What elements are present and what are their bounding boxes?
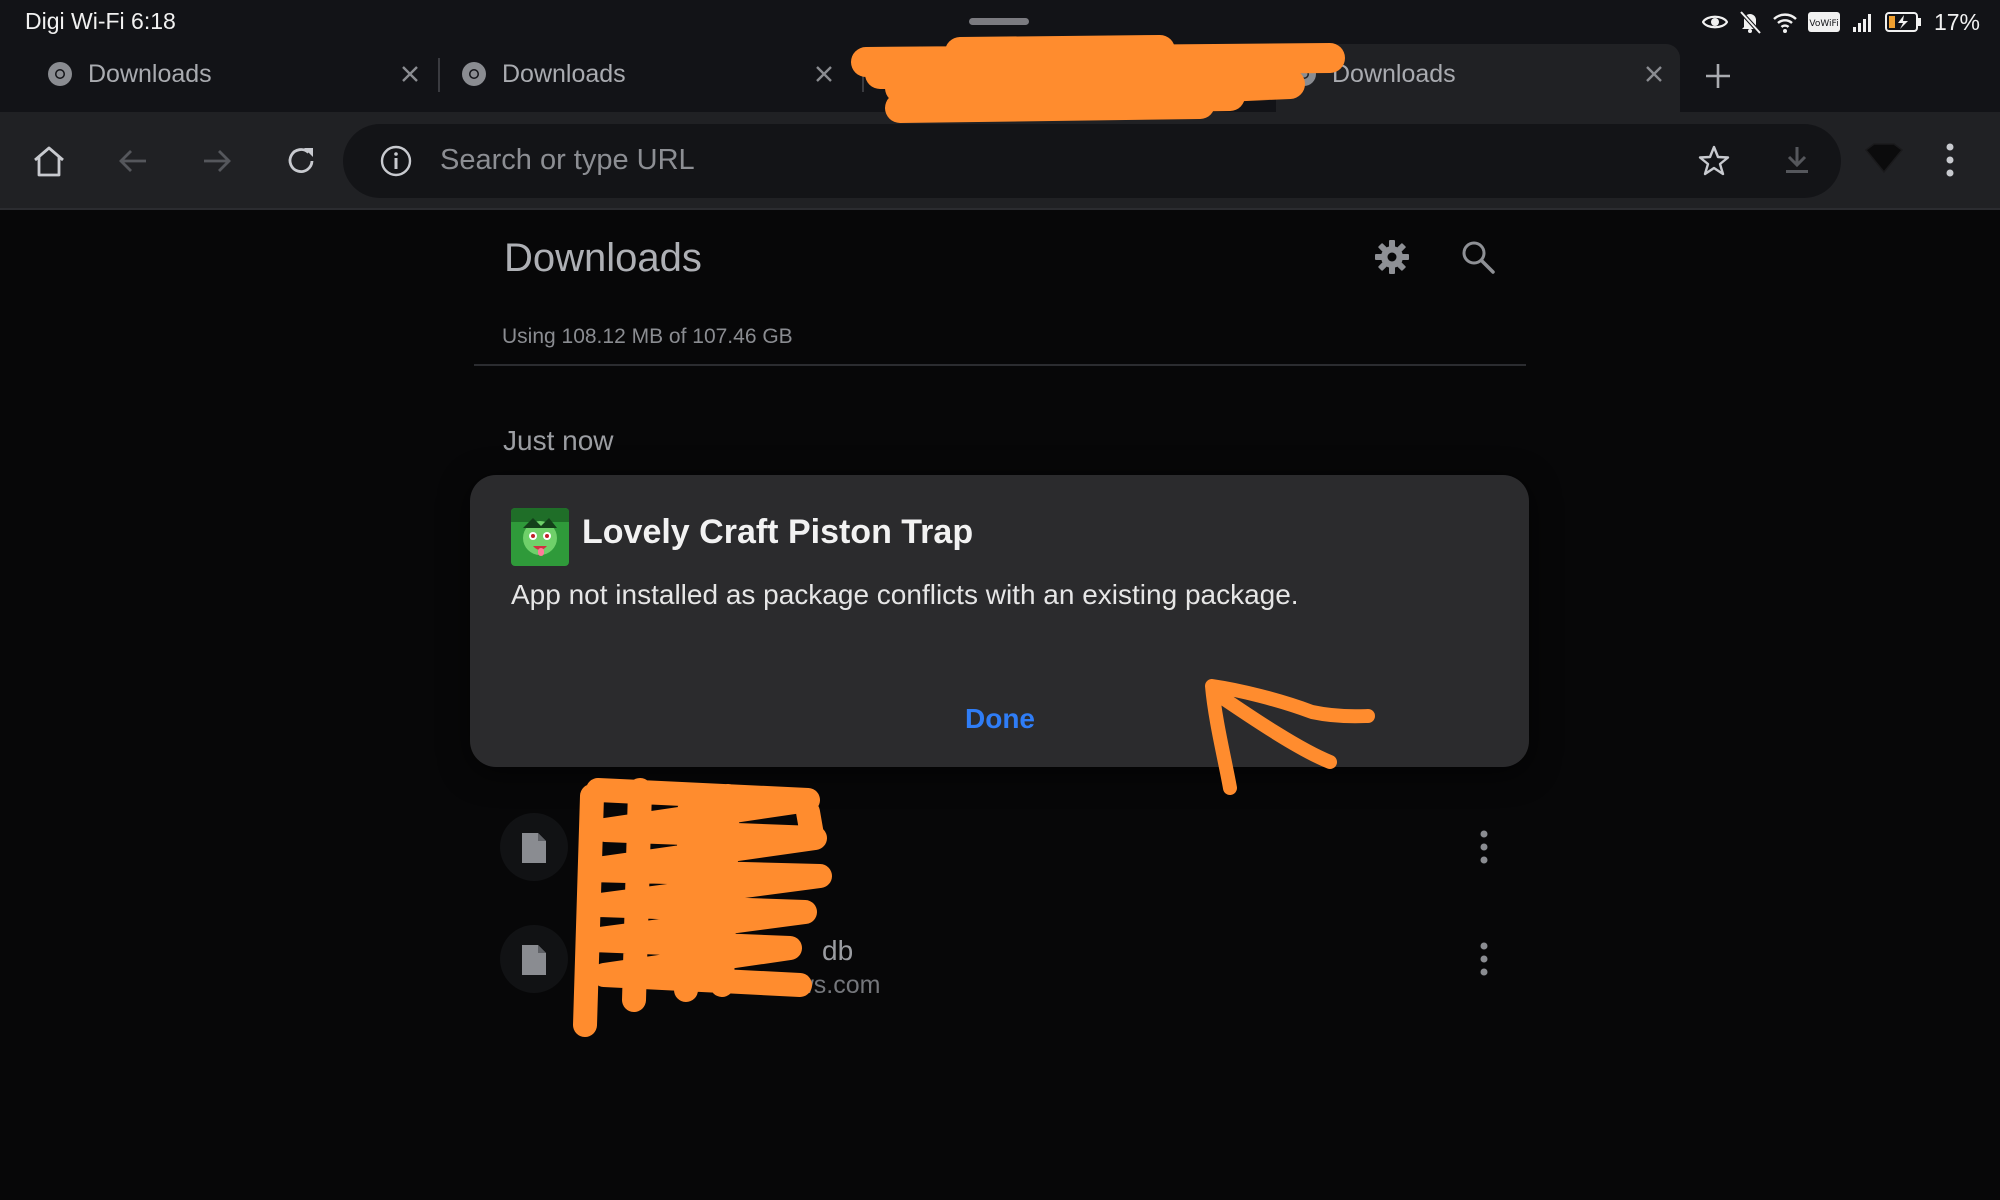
tab-strip: Downloads Downloads Downloads <box>0 44 2000 112</box>
tab-title: Downloads <box>1332 60 1456 88</box>
download-filename: db <box>822 935 854 966</box>
settings-gear-icon[interactable] <box>1372 237 1412 277</box>
tab-downloads-active[interactable]: Downloads <box>1276 44 1680 112</box>
download-meta: onaws.com <box>754 971 881 999</box>
reload-icon[interactable] <box>282 142 320 180</box>
file-icon-badge <box>500 925 568 993</box>
storage-usage: Using 108.12 MB of 107.46 GB <box>502 325 793 348</box>
close-icon[interactable] <box>1226 60 1254 88</box>
close-icon[interactable] <box>810 60 838 88</box>
vowifi-icon: VoWiFi <box>1807 12 1840 32</box>
dialog-title: Lovely Craft Piston Trap <box>582 513 974 551</box>
install-error-dialog: Lovely Craft Piston Trap App not install… <box>470 475 1529 767</box>
battery-icon <box>1884 12 1921 32</box>
status-bar: Digi Wi-Fi 6:18 VoWiFi 17% <box>0 0 2000 44</box>
signal-icon <box>1852 14 1871 32</box>
bell-muted-icon <box>1739 10 1762 35</box>
chrome-icon <box>1292 62 1316 86</box>
omnibox[interactable]: Search or type URL <box>343 124 1841 198</box>
tab-downloads-1[interactable]: Downloads <box>32 44 432 104</box>
file-icon-badge <box>500 813 568 881</box>
done-button[interactable]: Done <box>940 694 1060 744</box>
download-icon[interactable] <box>1779 142 1815 178</box>
svg-text:VoWiFi: VoWiFi <box>1809 19 1838 29</box>
info-icon[interactable] <box>379 144 413 178</box>
status-icons: VoWiFi 17% <box>1701 7 1980 37</box>
omnibox-placeholder: Search or type URL <box>440 144 695 176</box>
bookmark-star-icon[interactable] <box>1696 143 1732 179</box>
more-menu-icon[interactable] <box>1944 140 1956 180</box>
drag-handle[interactable] <box>969 18 1029 25</box>
more-options-icon[interactable] <box>1478 827 1490 867</box>
tab-title: Downloads <box>502 60 626 88</box>
app-icon <box>511 508 569 566</box>
page-title: Downloads <box>504 236 702 280</box>
wifi-icon <box>1773 13 1797 33</box>
carrier-time: Digi Wi-Fi 6:18 <box>25 8 176 34</box>
chrome-icon <box>48 62 72 86</box>
home-icon[interactable] <box>30 142 68 180</box>
browser-toolbar: Search or type URL <box>0 112 2000 210</box>
extension-icon[interactable] <box>1862 140 1906 176</box>
tab-separator <box>438 58 440 92</box>
download-item[interactable] <box>500 801 1510 891</box>
chrome-icon <box>462 62 486 86</box>
tab-separator <box>862 58 864 92</box>
download-item[interactable]: db onaws.com <box>500 913 1510 1003</box>
section-label-just-now: Just now <box>503 425 614 456</box>
divider <box>474 364 1526 366</box>
more-options-icon[interactable] <box>1478 939 1490 979</box>
tab-redacted[interactable] <box>870 44 1270 104</box>
battery-percentage: 17% <box>1933 8 1980 35</box>
eye-icon <box>1701 15 1728 29</box>
tab-downloads-2[interactable]: Downloads <box>446 44 846 104</box>
back-icon[interactable] <box>114 142 152 180</box>
close-icon[interactable] <box>1640 60 1668 88</box>
forward-icon[interactable] <box>198 142 236 180</box>
dialog-message: App not installed as package conflicts w… <box>511 579 1299 610</box>
file-icon <box>522 945 546 975</box>
new-tab-icon[interactable] <box>1702 60 1734 92</box>
tab-title: Downloads <box>88 60 212 88</box>
search-icon[interactable] <box>1459 238 1497 276</box>
file-icon <box>522 833 546 863</box>
close-icon[interactable] <box>396 60 424 88</box>
